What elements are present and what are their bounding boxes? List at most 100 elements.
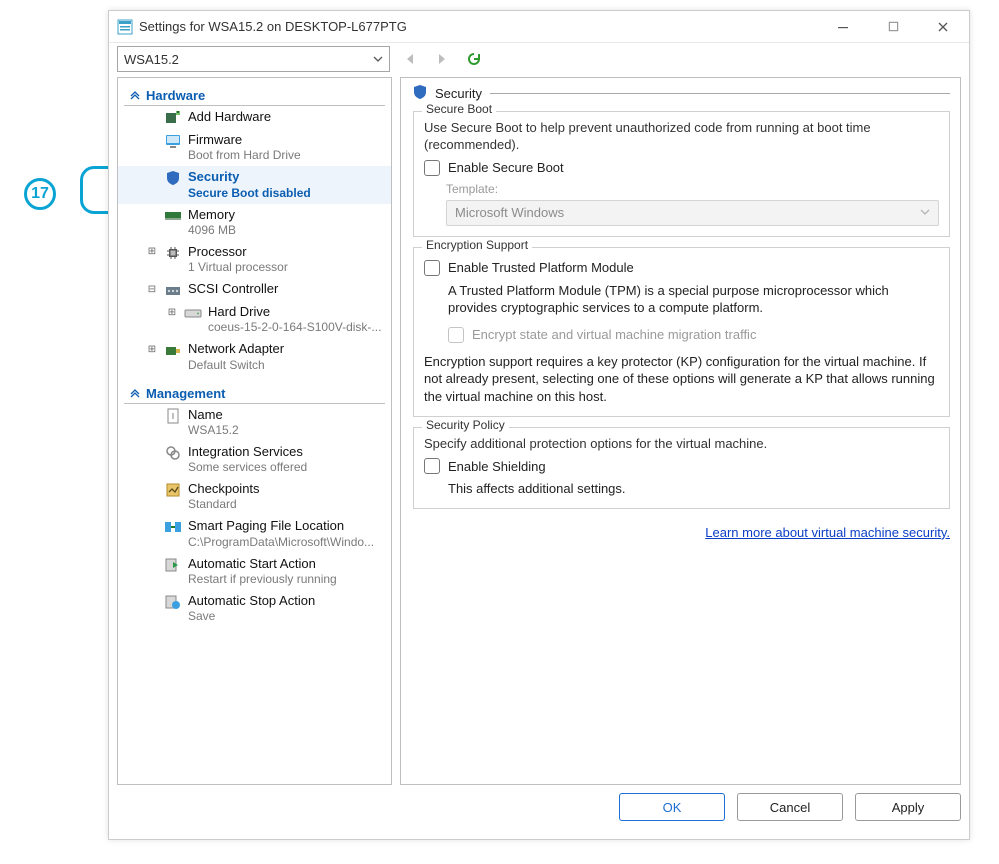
tree-item-network[interactable]: ⊞ Network Adapter Default Switch (118, 338, 391, 375)
window-minimize-button[interactable] (821, 12, 865, 42)
checkbox-label: Enable Secure Boot (448, 160, 564, 175)
tree-item-label: Processor (188, 244, 288, 260)
nav-forward-button[interactable] (430, 47, 454, 71)
tree-item-hard-drive[interactable]: ⊞ Hard Drive coeus-15-2-0-164-S100V-disk… (118, 301, 391, 338)
tree-item-label: Add Hardware (188, 109, 271, 125)
group-legend: Secure Boot (422, 102, 496, 116)
checkbox-label: Encrypt state and virtual machine migrat… (472, 327, 756, 342)
vm-selector-value: WSA15.2 (124, 52, 179, 67)
shielding-note: This affects additional settings. (448, 480, 939, 498)
cpu-icon (164, 245, 182, 261)
collapse-icon (130, 88, 140, 103)
learn-more-link[interactable]: Learn more about virtual machine securit… (705, 525, 950, 540)
tree-item-sub: C:\ProgramData\Microsoft\Windo... (188, 535, 374, 550)
tree-item-label: Automatic Stop Action (188, 593, 315, 609)
tree-item-sub: Some services offered (188, 460, 307, 475)
hard-drive-icon (184, 305, 202, 321)
tree-item-add-hardware[interactable]: Add Hardware (118, 106, 391, 129)
checkbox-label: Enable Trusted Platform Module (448, 260, 634, 275)
tree-item-label: Automatic Start Action (188, 556, 337, 572)
window-icon (117, 19, 133, 35)
group-secure-boot: Secure Boot Use Secure Boot to help prev… (413, 111, 950, 237)
checkbox-icon (448, 327, 464, 343)
apply-button[interactable]: Apply (855, 793, 961, 821)
tree-item-memory[interactable]: Memory 4096 MB (118, 204, 391, 241)
category-label: Hardware (146, 88, 205, 103)
tpm-description: A Trusted Platform Module (TPM) is a spe… (448, 282, 939, 317)
collapse-icon[interactable]: ⊟ (146, 283, 158, 295)
auto-stop-icon (164, 594, 182, 610)
toolbar: WSA15.2 (109, 43, 969, 77)
tree-item-processor[interactable]: ⊞ Processor 1 Virtual processor (118, 241, 391, 278)
checkbox-icon (424, 260, 440, 276)
tree-item-sub: Standard (188, 497, 260, 512)
window-maximize-button[interactable] (871, 12, 915, 42)
window-title: Settings for WSA15.2 on DESKTOP-L677PTG (139, 19, 815, 34)
settings-window: Settings for WSA15.2 on DESKTOP-L677PTG … (108, 10, 970, 840)
category-hardware[interactable]: Hardware (124, 84, 385, 106)
secure-boot-desc: Use Secure Boot to help prevent unauthor… (424, 120, 939, 154)
expand-icon[interactable]: ⊞ (146, 343, 158, 355)
category-management[interactable]: Management (124, 382, 385, 404)
enable-shielding-checkbox[interactable]: Enable Shielding (424, 458, 939, 474)
shield-icon (164, 170, 182, 186)
annotation-badge-17: 17 (24, 178, 56, 210)
tree-item-sub: Secure Boot disabled (188, 186, 311, 201)
document-icon: I (164, 408, 182, 424)
tree-item-label: Firmware (188, 132, 301, 148)
group-legend: Security Policy (422, 418, 509, 432)
group-encryption: Encryption Support Enable Trusted Platfo… (413, 247, 950, 417)
tree-item-sub: coeus-15-2-0-164-S100V-disk-... (208, 320, 381, 335)
category-label: Management (146, 386, 225, 401)
memory-icon (164, 208, 182, 224)
dropdown-value: Microsoft Windows (455, 205, 564, 220)
tree-item-checkpoints[interactable]: Checkpoints Standard (118, 478, 391, 515)
shield-icon (413, 84, 427, 103)
encrypt-migration-checkbox: Encrypt state and virtual machine migrat… (448, 327, 939, 343)
svg-text:I: I (172, 412, 174, 421)
enable-tpm-checkbox[interactable]: Enable Trusted Platform Module (424, 260, 939, 276)
tree-item-integration[interactable]: Integration Services Some services offer… (118, 441, 391, 478)
template-dropdown[interactable]: Microsoft Windows (446, 200, 939, 226)
checkpoints-icon (164, 482, 182, 498)
tree-item-label: Integration Services (188, 444, 307, 460)
tree-item-security[interactable]: Security Secure Boot disabled (118, 166, 391, 203)
tree-item-firmware[interactable]: Firmware Boot from Hard Drive (118, 129, 391, 166)
refresh-button[interactable] (462, 47, 486, 71)
tree-item-scsi[interactable]: ⊟ SCSI Controller (118, 278, 391, 301)
vm-selector[interactable]: WSA15.2 (117, 46, 390, 72)
settings-tree[interactable]: Hardware Add Hardware Firmware (117, 77, 392, 785)
expand-icon[interactable]: ⊞ (166, 306, 178, 318)
tree-item-sub: 1 Virtual processor (188, 260, 288, 275)
detail-pane: Security Secure Boot Use Secure Boot to … (400, 77, 961, 785)
tree-item-label: Smart Paging File Location (188, 518, 374, 534)
tree-item-auto-stop[interactable]: Automatic Stop Action Save (118, 590, 391, 627)
checkbox-icon (424, 160, 440, 176)
tree-item-label: Hard Drive (208, 304, 381, 320)
encryption-note: Encryption support requires a key protec… (424, 353, 939, 406)
window-close-button[interactable] (921, 12, 965, 42)
tree-item-auto-start[interactable]: Automatic Start Action Restart if previo… (118, 553, 391, 590)
dialog-buttons: OK Cancel Apply (117, 793, 961, 829)
add-hardware-icon (164, 110, 182, 126)
chevron-down-icon (373, 52, 383, 67)
tree-item-label: Checkpoints (188, 481, 260, 497)
chevron-down-icon (920, 205, 930, 220)
paging-icon (164, 519, 182, 535)
network-adapter-icon (164, 342, 182, 358)
firmware-icon (164, 133, 182, 149)
enable-secure-boot-checkbox[interactable]: Enable Secure Boot (424, 160, 939, 176)
tree-item-label: Network Adapter (188, 341, 284, 357)
tree-item-name[interactable]: I Name WSA15.2 (118, 404, 391, 441)
tree-item-label: Memory (188, 207, 236, 223)
ok-button[interactable]: OK (619, 793, 725, 821)
policy-desc: Specify additional protection options fo… (424, 436, 939, 453)
auto-start-icon (164, 557, 182, 573)
group-legend: Encryption Support (422, 238, 532, 252)
cancel-button[interactable]: Cancel (737, 793, 843, 821)
divider (490, 93, 950, 94)
expand-icon[interactable]: ⊞ (146, 246, 158, 258)
tree-item-label: Name (188, 407, 239, 423)
nav-back-button[interactable] (398, 47, 422, 71)
tree-item-paging[interactable]: Smart Paging File Location C:\ProgramDat… (118, 515, 391, 552)
